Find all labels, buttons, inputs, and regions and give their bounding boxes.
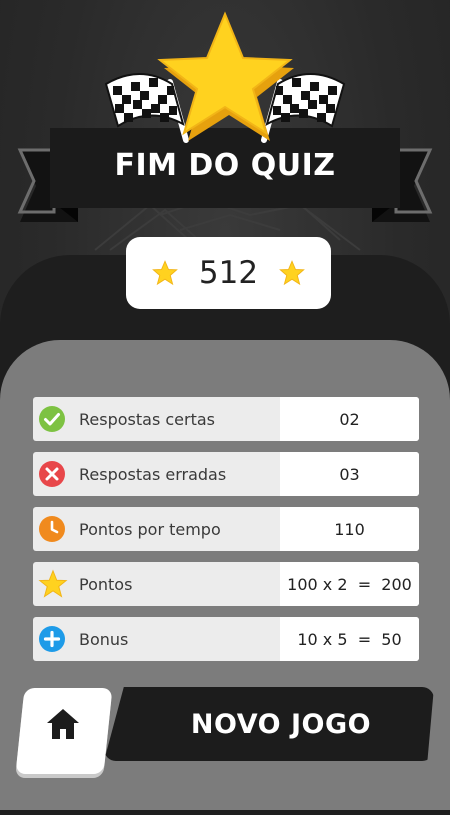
page-title: FIM DO QUIZ xyxy=(114,148,336,183)
star-icon xyxy=(152,260,178,286)
big-star-icon xyxy=(157,11,294,141)
row-label: Pontos xyxy=(79,574,133,594)
row-label: Respostas certas xyxy=(79,409,215,429)
result-row-wrong: Respostas erradas 03 xyxy=(33,452,419,496)
row-label: Bonus xyxy=(79,629,129,649)
row-value: 02 xyxy=(280,397,419,441)
plus-circle-icon xyxy=(33,617,73,661)
result-row-time: Pontos por tempo 110 xyxy=(33,507,419,551)
row-value: 100 x 2 = 200 xyxy=(280,562,419,606)
new-game-button[interactable]: NOVO JOGO xyxy=(104,687,434,761)
home-icon[interactable] xyxy=(45,707,81,741)
star-icon xyxy=(33,562,73,606)
result-row-correct: Respostas certas 02 xyxy=(33,397,419,441)
result-row-points: Pontos 100 x 2 = 200 xyxy=(33,562,419,606)
check-circle-icon xyxy=(33,397,73,441)
x-circle-icon xyxy=(33,452,73,496)
score-card: 512 xyxy=(126,237,331,309)
row-value: 110 xyxy=(280,507,419,551)
row-label: Respostas erradas xyxy=(79,464,227,484)
row-value: 03 xyxy=(280,452,419,496)
new-game-label: NOVO JOGO xyxy=(190,708,372,740)
result-row-bonus: Bonus 10 x 5 = 50 xyxy=(33,617,419,661)
clock-icon xyxy=(33,507,73,551)
score-value: 512 xyxy=(198,255,259,291)
row-label: Pontos por tempo xyxy=(79,519,221,539)
star-icon xyxy=(279,260,305,286)
row-value: 10 x 5 = 50 xyxy=(280,617,419,661)
